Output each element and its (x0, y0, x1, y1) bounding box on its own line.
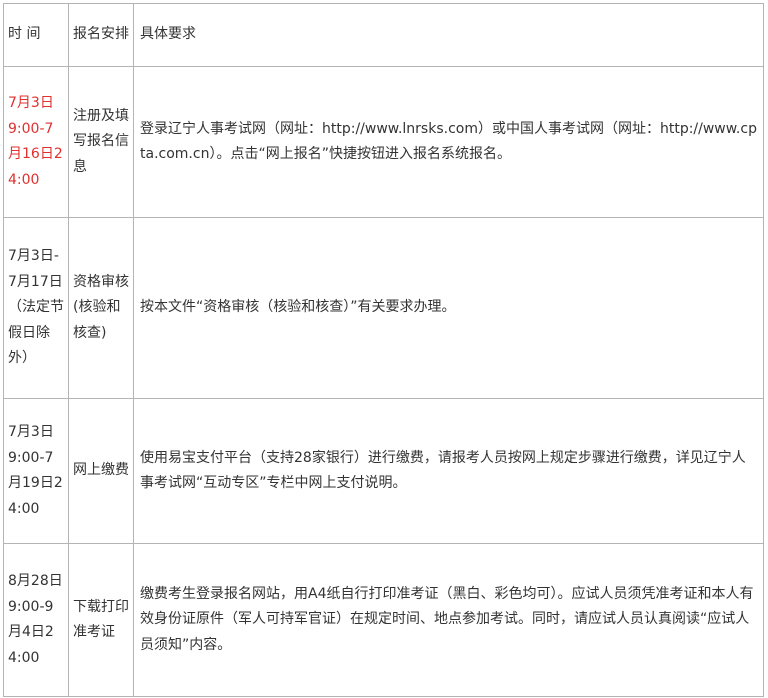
schedule-table: 时 间 报名安排 具体要求 7月3日9:00-7月16日24:00 注册及填写报… (3, 3, 764, 697)
row-detail: 使用易宝支付平台（支持28家银行）进行缴费，请报考人员按网上规定步骤进行缴费，详… (133, 398, 764, 544)
page: 时 间 报名安排 具体要求 7月3日9:00-7月16日24:00 注册及填写报… (0, 0, 768, 698)
header-arrangement: 报名安排 (68, 3, 134, 67)
row-step: 网上缴费 (68, 398, 134, 544)
row-step: 下载打印准考证 (68, 543, 134, 697)
header-time: 时 间 (3, 3, 69, 67)
row-time: 8月28日9:00-9月4日24:00 (3, 543, 69, 697)
row-time: 7月3日9:00-7月16日24:00 (3, 66, 69, 218)
row-time: 7月3日-7月17日（法定节假日除外） (3, 217, 69, 399)
row-detail: 按本文件“资格审核（核验和核查）”有关要求办理。 (133, 217, 764, 399)
table-row: 7月3日9:00-7月16日24:00 注册及填写报名信息 登录辽宁人事考试网（… (3, 66, 764, 218)
table-row: 7月3日9:00-7月19日24:00 网上缴费 使用易宝支付平台（支持28家银… (3, 398, 764, 544)
row-time: 7月3日9:00-7月19日24:00 (3, 398, 69, 544)
table-row: 8月28日9:00-9月4日24:00 下载打印准考证 缴费考生登录报名网站，用… (3, 543, 764, 697)
table-row: 7月3日-7月17日（法定节假日除外） 资格审核(核验和核查) 按本文件“资格审… (3, 217, 764, 399)
header-requirements: 具体要求 (133, 3, 764, 67)
row-detail: 登录辽宁人事考试网（网址：http://www.lnrsks.com）或中国人事… (133, 66, 764, 218)
table-header-row: 时 间 报名安排 具体要求 (3, 3, 764, 67)
row-detail: 缴费考生登录报名网站，用A4纸自行打印准考证（黑白、彩色均可）。应试人员须凭准考… (133, 543, 764, 697)
row-step: 注册及填写报名信息 (68, 66, 134, 218)
row-step: 资格审核(核验和核查) (68, 217, 134, 399)
